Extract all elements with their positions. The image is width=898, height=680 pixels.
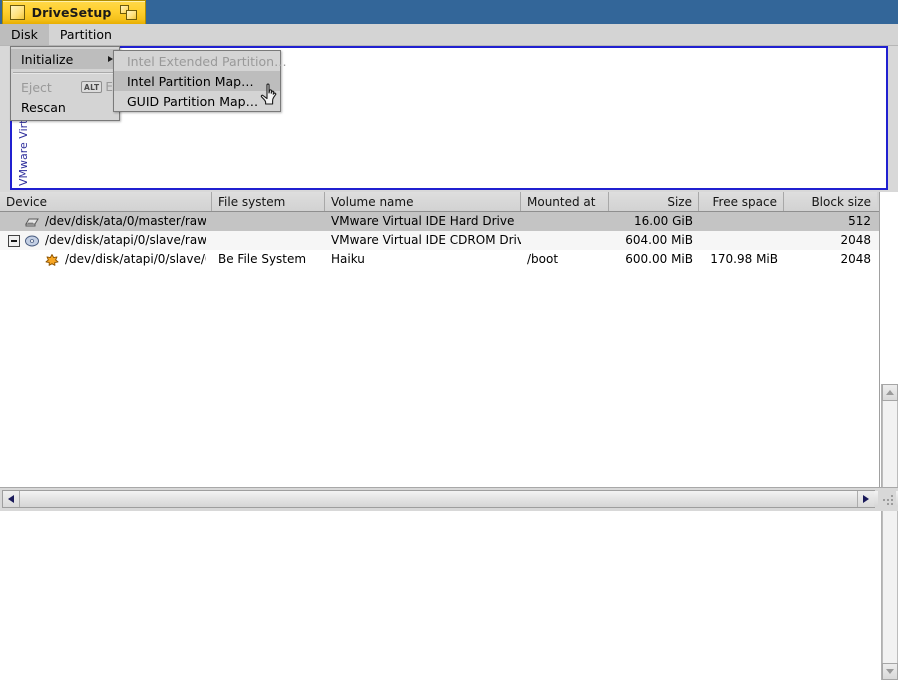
submenu-item-intel-extended-partition-label: Intel Extended Partition…	[127, 54, 287, 69]
grip-dot	[887, 503, 889, 505]
submenu-item-intel-partition-map-label: Intel Partition Map…	[127, 74, 274, 89]
column-header-device[interactable]: Device	[0, 192, 212, 211]
cell-size: 604.00 MiB	[609, 231, 699, 250]
cell-device: /dev/disk/ata/0/master/raw	[0, 212, 212, 231]
submenu-item-intel-extended-partition: Intel Extended Partition…	[114, 51, 280, 71]
scroll-left-arrow-icon	[8, 495, 14, 503]
scroll-down-button[interactable]	[882, 663, 898, 680]
column-header-free-space[interactable]: Free space	[699, 192, 784, 211]
table-row[interactable]: /dev/disk/ata/0/master/raw VMware Virtua…	[0, 212, 879, 231]
zoom-icon-front-square	[126, 10, 137, 20]
vertical-scrollbar-track[interactable]	[882, 401, 898, 663]
column-header-free-space-label: Free space	[713, 195, 777, 209]
cell-volume-name: VMware Virtual IDE Hard Drive	[325, 212, 521, 231]
submenu-item-guid-partition-map-label: GUID Partition Map…	[127, 94, 274, 109]
cell-file-system	[212, 231, 325, 250]
column-header-file-system-label: File system	[218, 195, 285, 209]
menubar-item-partition[interactable]: Partition	[49, 24, 123, 45]
haiku-leaf-icon	[44, 252, 60, 268]
cell-file-system	[212, 212, 325, 231]
column-header-size-label: Size	[667, 195, 692, 209]
cell-block-size: 512	[784, 212, 877, 231]
menubar-item-disk-label: Disk	[11, 27, 38, 42]
column-header-mounted-at[interactable]: Mounted at	[521, 192, 609, 211]
menubar-item-disk[interactable]: Disk	[0, 24, 49, 45]
window-zoom-icon[interactable]	[120, 5, 138, 21]
cell-size: 16.00 GiB	[609, 212, 699, 231]
cell-mounted-at	[521, 231, 609, 250]
column-header-mounted-at-label: Mounted at	[527, 195, 595, 209]
menu-bar: Disk Partition	[0, 24, 898, 46]
cell-device-text: /dev/disk/ata/0/master/raw	[45, 212, 206, 231]
grip-dot	[891, 495, 893, 497]
menu-item-eject: Eject ALT E	[11, 77, 119, 97]
cell-volume-name: VMware Virtual IDE CDROM Drive	[325, 231, 521, 250]
drivesetup-window: DriveSetup Disk Partition VMware Virtua …	[0, 0, 898, 511]
column-header-volume-name-label: Volume name	[331, 195, 413, 209]
disk-dropdown-menu: Initialize Eject ALT E Rescan	[10, 46, 120, 121]
partition-table-region: Device File system Volume name Mounted a…	[0, 192, 898, 488]
cell-device: /dev/disk/atapi/0/slave/raw	[0, 231, 212, 250]
cell-mounted-at	[521, 212, 609, 231]
scroll-up-button[interactable]	[882, 384, 898, 401]
cell-size: 600.00 MiB	[609, 250, 699, 269]
column-header-block-size[interactable]: Block size	[784, 192, 877, 211]
alt-key-badge: ALT	[81, 81, 102, 93]
horizontal-scrollbar-thumb[interactable]	[20, 491, 898, 507]
menu-separator	[13, 72, 117, 74]
menu-item-eject-label: Eject	[21, 80, 69, 95]
table-column-header-row: Device File system Volume name Mounted a…	[0, 192, 879, 212]
table-row[interactable]: /dev/disk/atapi/0/slave/raw VMware Virtu…	[0, 231, 879, 250]
submenu-item-intel-partition-map[interactable]: Intel Partition Map…	[114, 71, 280, 91]
window-title: DriveSetup	[25, 5, 120, 20]
scroll-right-arrow-icon	[863, 495, 869, 503]
menu-item-initialize[interactable]: Initialize	[11, 49, 119, 69]
shortcut-key-letter: E	[105, 80, 113, 94]
column-header-device-label: Device	[6, 195, 47, 209]
menu-item-rescan-label: Rescan	[21, 100, 113, 115]
cell-device-text: /dev/disk/atapi/0/slave/raw	[45, 231, 206, 250]
column-header-volume-name[interactable]: Volume name	[325, 192, 521, 211]
scroll-down-arrow-icon	[886, 669, 894, 674]
cell-volume-name: Haiku	[325, 250, 521, 269]
menu-item-initialize-label: Initialize	[21, 52, 102, 67]
title-tab-highlight	[3, 1, 145, 2]
cell-mounted-at: /boot	[521, 250, 609, 269]
cell-free-space: 170.98 MiB	[699, 250, 784, 269]
column-header-file-system[interactable]: File system	[212, 192, 325, 211]
scroll-right-button[interactable]	[857, 491, 874, 507]
cell-block-size: 2048	[784, 250, 877, 269]
window-resize-grip[interactable]	[878, 490, 896, 508]
cell-block-size: 2048	[784, 231, 877, 250]
column-header-block-size-label: Block size	[811, 195, 871, 209]
row-collapse-toggle-icon[interactable]	[8, 235, 20, 247]
scroll-left-button[interactable]	[3, 491, 20, 507]
hard-disk-icon	[24, 214, 40, 230]
grip-dot	[887, 499, 889, 501]
menubar-item-partition-label: Partition	[60, 27, 112, 42]
cell-free-space	[699, 231, 784, 250]
menu-item-rescan[interactable]: Rescan	[11, 97, 119, 117]
table-row[interactable]: /dev/disk/atapi/0/slave/0 Be File System…	[0, 250, 879, 269]
grip-dot	[891, 503, 893, 505]
menu-item-eject-shortcut: ALT E	[81, 80, 113, 94]
cell-device: /dev/disk/atapi/0/slave/0	[0, 250, 212, 269]
bottom-bar	[0, 488, 898, 511]
window-title-tab[interactable]: DriveSetup	[2, 0, 146, 24]
scroll-up-arrow-icon	[886, 390, 894, 395]
column-header-size[interactable]: Size	[609, 192, 699, 211]
cell-free-space	[699, 212, 784, 231]
application-icon	[10, 5, 25, 20]
cdrom-icon	[24, 233, 40, 249]
cell-file-system: Be File System	[212, 250, 325, 269]
partition-table: Device File system Volume name Mounted a…	[0, 192, 880, 488]
initialize-submenu: Intel Extended Partition… Intel Partitio…	[113, 50, 281, 112]
grip-dot	[883, 499, 885, 501]
horizontal-scrollbar[interactable]	[2, 490, 875, 508]
grip-dot	[891, 499, 893, 501]
vertical-scrollbar[interactable]	[881, 384, 898, 680]
submenu-item-guid-partition-map[interactable]: GUID Partition Map…	[114, 91, 280, 111]
cell-device-text: /dev/disk/atapi/0/slave/0	[65, 250, 206, 269]
